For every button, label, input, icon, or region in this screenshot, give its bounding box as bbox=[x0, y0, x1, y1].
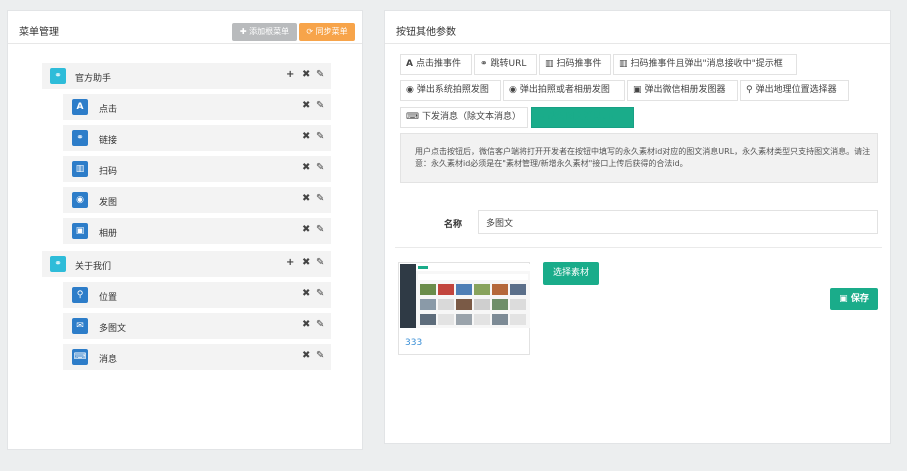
menu-item-album[interactable]: ▣ 相册 ✖ ✎ bbox=[63, 218, 331, 244]
barcode-icon: ▥ bbox=[545, 59, 554, 69]
menu-item-scan[interactable]: ▥ 扫码 ✖ ✎ bbox=[63, 156, 331, 182]
tab-click-event[interactable]: A 点击推事件 bbox=[400, 54, 472, 75]
params-panel-header: 按钮其他参数 bbox=[385, 11, 890, 44]
menu-item-label: 发图 bbox=[99, 198, 118, 208]
menu-item-label: 点击 bbox=[99, 105, 118, 115]
link-icon: ⚭ bbox=[50, 256, 66, 272]
help-box: 用户点击按钮后，微信客户端将打开开发者在按钮中填写的永久素材id对应的图文消息U… bbox=[400, 133, 878, 183]
add-root-menu-button[interactable]: ✚ 添加根菜单 bbox=[232, 23, 297, 41]
keyboard-icon: ⌨ bbox=[72, 349, 88, 365]
menu-item-label: 相册 bbox=[99, 229, 118, 239]
add-submenu-icon[interactable]: + bbox=[286, 69, 294, 80]
menu-item-label: 多图文 bbox=[99, 324, 127, 334]
save-button[interactable]: ▣ 保存 bbox=[830, 288, 878, 310]
font-icon: A bbox=[406, 59, 413, 69]
menu-item-label: 链接 bbox=[99, 136, 118, 146]
picture-icon: ▣ bbox=[633, 85, 642, 95]
menu-item-label: 位置 bbox=[99, 293, 118, 303]
delete-icon[interactable]: ✖ bbox=[302, 257, 310, 268]
menu-group-about-us[interactable]: ⚭ 关于我们 + ✖ ✎ bbox=[42, 251, 331, 277]
menu-item-label: 扫码 bbox=[99, 167, 118, 177]
material-preview-graphic bbox=[400, 264, 530, 328]
menu-item-photo[interactable]: ◉ 发图 ✖ ✎ bbox=[63, 187, 331, 213]
edit-icon[interactable]: ✎ bbox=[316, 224, 324, 235]
material-caption[interactable]: 333 bbox=[405, 338, 422, 348]
edit-icon[interactable]: ✎ bbox=[316, 319, 324, 330]
divider bbox=[395, 247, 882, 248]
edit-icon[interactable]: ✎ bbox=[316, 162, 324, 173]
tab-location-select[interactable]: ⚲ 弹出地理位置选择器 bbox=[740, 80, 849, 101]
tab-view-limited[interactable]: ✉ 跳转图文消息URL bbox=[531, 107, 634, 128]
menu-item-label: 消息 bbox=[99, 355, 118, 365]
map-marker-icon: ⚲ bbox=[746, 85, 753, 95]
select-material-button[interactable]: 选择素材 bbox=[543, 262, 599, 285]
camera-icon: ◉ bbox=[406, 85, 414, 95]
menu-item-click[interactable]: A 点击 ✖ ✎ bbox=[63, 94, 331, 120]
delete-icon[interactable]: ✖ bbox=[302, 350, 310, 361]
material-preview-image bbox=[400, 264, 530, 328]
link-icon: ⚭ bbox=[480, 59, 488, 69]
menu-panel-title: 菜单管理 bbox=[19, 27, 59, 38]
edit-icon[interactable]: ✎ bbox=[316, 288, 324, 299]
menu-group-label: 关于我们 bbox=[75, 262, 112, 272]
menu-item-location[interactable]: ⚲ 位置 ✖ ✎ bbox=[63, 282, 331, 308]
edit-icon[interactable]: ✎ bbox=[316, 257, 324, 268]
menu-item-message[interactable]: ⌨ 消息 ✖ ✎ bbox=[63, 344, 331, 370]
edit-icon[interactable]: ✎ bbox=[316, 193, 324, 204]
tab-media-id[interactable]: ⌨ 下发消息（除文本消息） bbox=[400, 107, 528, 128]
delete-icon[interactable]: ✖ bbox=[302, 224, 310, 235]
link-icon: ⚭ bbox=[50, 68, 66, 84]
keyboard-icon: ⌨ bbox=[406, 112, 419, 122]
tab-weixin-album[interactable]: ▣ 弹出微信相册发图器 bbox=[627, 80, 738, 101]
material-thumbnail[interactable]: 333 bbox=[398, 262, 530, 355]
camera-icon: ◉ bbox=[509, 85, 517, 95]
camera-icon: ◉ bbox=[72, 192, 88, 208]
name-input[interactable] bbox=[478, 210, 878, 234]
menu-group-label: 官方助手 bbox=[75, 74, 112, 84]
add-submenu-icon[interactable]: + bbox=[286, 257, 294, 268]
font-icon: A bbox=[72, 99, 88, 115]
delete-icon[interactable]: ✖ bbox=[302, 193, 310, 204]
link-icon: ⚭ bbox=[72, 130, 88, 146]
plus-icon: ✚ bbox=[239, 27, 250, 36]
tab-system-photo[interactable]: ◉ 弹出系统拍照发图 bbox=[400, 80, 501, 101]
save-icon: ▣ bbox=[839, 294, 851, 304]
picture-icon: ▣ bbox=[72, 223, 88, 239]
params-panel-title: 按钮其他参数 bbox=[396, 27, 456, 38]
delete-icon[interactable]: ✖ bbox=[302, 288, 310, 299]
envelope-icon: ✉ bbox=[72, 318, 88, 334]
edit-icon[interactable]: ✎ bbox=[316, 131, 324, 142]
delete-icon[interactable]: ✖ bbox=[302, 131, 310, 142]
menu-item-link[interactable]: ⚭ 链接 ✖ ✎ bbox=[63, 125, 331, 151]
name-label: 名称 bbox=[444, 220, 463, 230]
menu-item-multi-news[interactable]: ✉ 多图文 ✖ ✎ bbox=[63, 313, 331, 339]
map-marker-icon: ⚲ bbox=[72, 287, 88, 303]
delete-icon[interactable]: ✖ bbox=[302, 162, 310, 173]
tab-scan-event[interactable]: ▥ 扫码推事件 bbox=[539, 54, 611, 75]
barcode-icon: ▥ bbox=[72, 161, 88, 177]
barcode-icon: ▥ bbox=[619, 59, 628, 69]
edit-icon[interactable]: ✎ bbox=[316, 69, 324, 80]
delete-icon[interactable]: ✖ bbox=[302, 100, 310, 111]
edit-icon[interactable]: ✎ bbox=[316, 100, 324, 111]
tab-photo-or-album[interactable]: ◉ 弹出拍照或者相册发图 bbox=[503, 80, 625, 101]
edit-icon[interactable]: ✎ bbox=[316, 350, 324, 361]
delete-icon[interactable]: ✖ bbox=[302, 69, 310, 80]
button-params-panel: 按钮其他参数 A 点击推事件 ⚭ 跳转URL ▥ 扫码推事件 ▥ 扫码推事件且弹出"消息… bbox=[384, 10, 891, 444]
menu-group-official-assistant[interactable]: ⚭ 官方助手 + ✖ ✎ bbox=[42, 63, 331, 89]
envelope-icon: ✉ bbox=[537, 112, 545, 122]
help-text: 用户点击按钮后，微信客户端将打开开发者在按钮中填写的永久素材id对应的图文消息U… bbox=[415, 147, 871, 168]
tab-scan-event-waitmsg[interactable]: ▥ 扫码推事件且弹出"消息接收中"提示框 bbox=[613, 54, 797, 75]
sync-menu-button[interactable]: ⟳ 同步菜单 bbox=[299, 23, 355, 41]
tab-jump-url[interactable]: ⚭ 跳转URL bbox=[474, 54, 537, 75]
menu-panel-header: 菜单管理 ✚ 添加根菜单 ⟳ 同步菜单 bbox=[8, 11, 362, 44]
sync-icon: ⟳ bbox=[306, 27, 316, 36]
delete-icon[interactable]: ✖ bbox=[302, 319, 310, 330]
menu-management-panel: 菜单管理 ✚ 添加根菜单 ⟳ 同步菜单 ⚭ 官方助手 + ✖ ✎ A 点击 ✖ … bbox=[7, 10, 363, 450]
